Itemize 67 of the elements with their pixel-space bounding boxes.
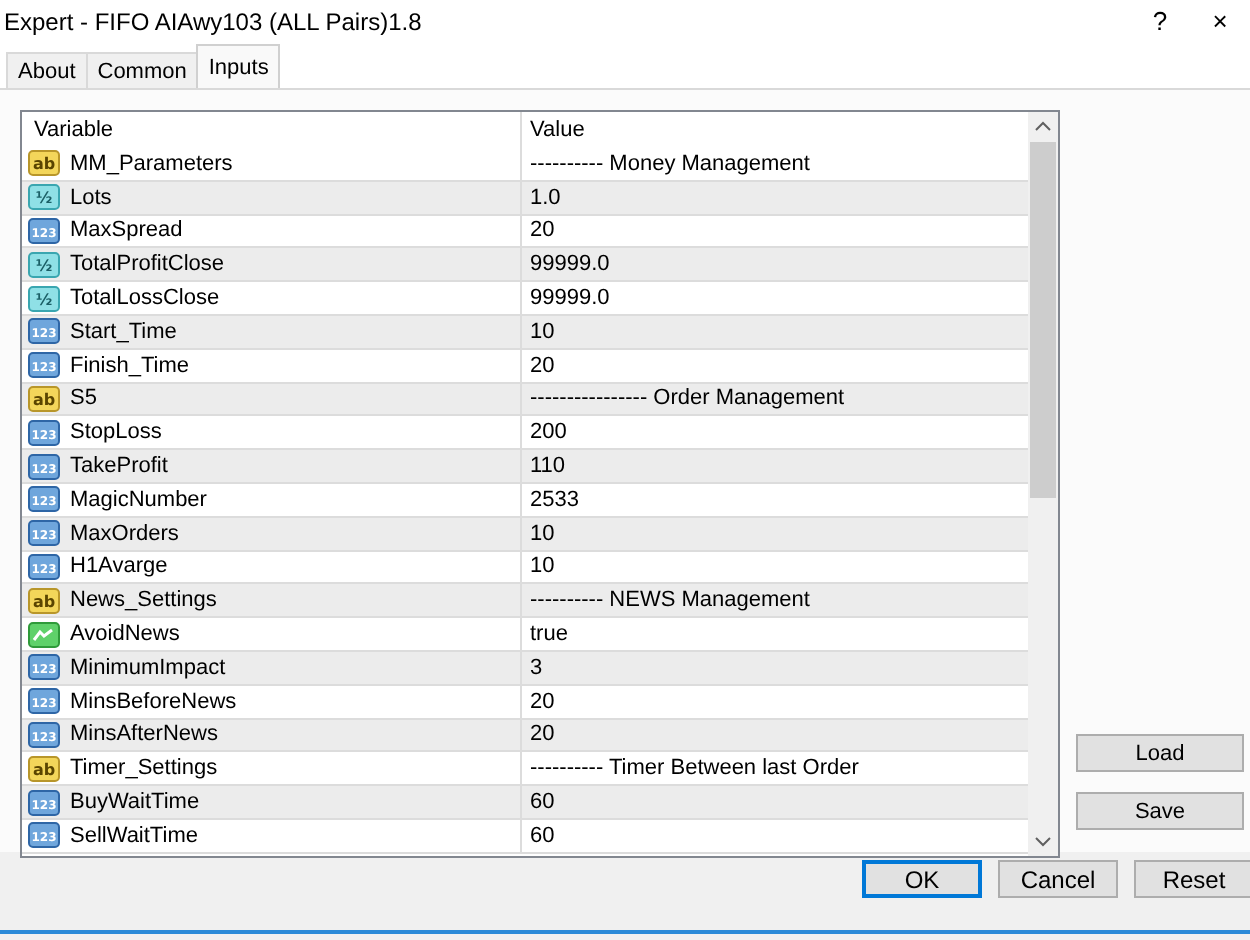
dialog-button[interactable]: Cancel xyxy=(998,860,1118,898)
variable-name: BuyWaitTime xyxy=(70,790,200,815)
scroll-up-icon[interactable] xyxy=(1034,118,1052,136)
value-cell[interactable]: 3 xyxy=(522,655,1028,680)
bool-type-icon xyxy=(28,621,60,648)
value-cell[interactable]: 20 xyxy=(522,689,1028,714)
variable-name: Start_Time xyxy=(70,319,177,344)
scrollbar[interactable] xyxy=(1028,112,1058,856)
value-cell[interactable]: 200 xyxy=(522,420,1028,445)
variable-name: TotalLossClose xyxy=(70,286,220,311)
variable-name: TotalProfitClose xyxy=(70,252,225,277)
value-cell[interactable]: ---------- Timer Between last Order xyxy=(522,756,1028,781)
value-cell[interactable]: 99999.0 xyxy=(522,286,1028,311)
string-type-icon: ab xyxy=(28,587,60,614)
string-type-icon: ab xyxy=(28,755,60,782)
variable-name: AvoidNews xyxy=(70,622,180,647)
variable-name: SellWaitTime xyxy=(70,823,198,848)
dialog-button[interactable]: OK xyxy=(862,860,982,898)
tab[interactable]: About xyxy=(6,52,88,88)
value-cell[interactable]: 99999.0 xyxy=(522,252,1028,277)
variable-name: MaxSpread xyxy=(70,218,183,243)
value-cell[interactable]: 10 xyxy=(522,554,1028,579)
variable-name: StopLoss xyxy=(70,420,162,445)
close-button[interactable]: × xyxy=(1190,6,1250,36)
variable-name: MinsAfterNews xyxy=(70,722,218,747)
variable-name: TakeProfit xyxy=(70,454,168,479)
value-cell[interactable]: true xyxy=(522,622,1028,647)
column-header[interactable]: Value xyxy=(522,118,585,142)
value-cell[interactable]: 1.0 xyxy=(522,185,1028,210)
double-type-icon: ½ xyxy=(28,184,60,211)
column-header[interactable]: Variable xyxy=(22,112,522,148)
load-button[interactable]: Load xyxy=(1076,734,1244,772)
value-cell[interactable]: 110 xyxy=(522,454,1028,479)
value-cell[interactable]: 20 xyxy=(522,218,1028,243)
value-cell[interactable]: 2533 xyxy=(522,487,1028,512)
value-cell[interactable]: 60 xyxy=(522,790,1028,815)
save-button[interactable]: Save xyxy=(1076,792,1244,830)
string-type-icon: ab xyxy=(28,150,60,177)
variable-name: MagicNumber xyxy=(70,487,207,512)
value-cell[interactable]: 20 xyxy=(522,353,1028,378)
window-title: Expert - FIFO AIAwy103 (ALL Pairs)1.8 xyxy=(4,7,424,35)
variable-name: MM_Parameters xyxy=(70,151,233,176)
value-cell[interactable]: ---------- Money Management xyxy=(522,151,1028,176)
value-cell[interactable]: 20 xyxy=(522,722,1028,747)
value-cell[interactable]: 60 xyxy=(522,823,1028,848)
variable-name: MaxOrders xyxy=(70,521,179,546)
string-type-icon: ab xyxy=(28,385,60,412)
double-type-icon: ½ xyxy=(28,251,60,278)
double-type-icon: ½ xyxy=(28,285,60,312)
variable-name: MinsBeforeNews xyxy=(70,689,237,714)
variable-name: S5 xyxy=(70,386,97,411)
scroll-thumb[interactable] xyxy=(1030,142,1056,498)
scroll-down-icon[interactable] xyxy=(1034,832,1052,850)
tab[interactable]: Inputs xyxy=(196,44,281,88)
variable-name: MinimumImpact xyxy=(70,655,226,680)
value-cell[interactable]: ---------- NEWS Management xyxy=(522,588,1028,613)
variable-name: News_Settings xyxy=(70,588,217,613)
variable-name: Timer_Settings xyxy=(70,756,218,781)
variable-name: Finish_Time xyxy=(70,353,189,378)
variable-name: Lots xyxy=(70,185,112,210)
variable-name: H1Avarge xyxy=(70,554,168,579)
value-cell[interactable]: 10 xyxy=(522,521,1028,546)
help-button[interactable]: ? xyxy=(1130,6,1190,36)
dialog-button[interactable]: Reset xyxy=(1134,860,1250,898)
value-cell[interactable]: ---------------- Order Management xyxy=(522,386,1028,411)
value-cell[interactable]: 10 xyxy=(522,319,1028,344)
tab[interactable]: Common xyxy=(85,52,199,88)
